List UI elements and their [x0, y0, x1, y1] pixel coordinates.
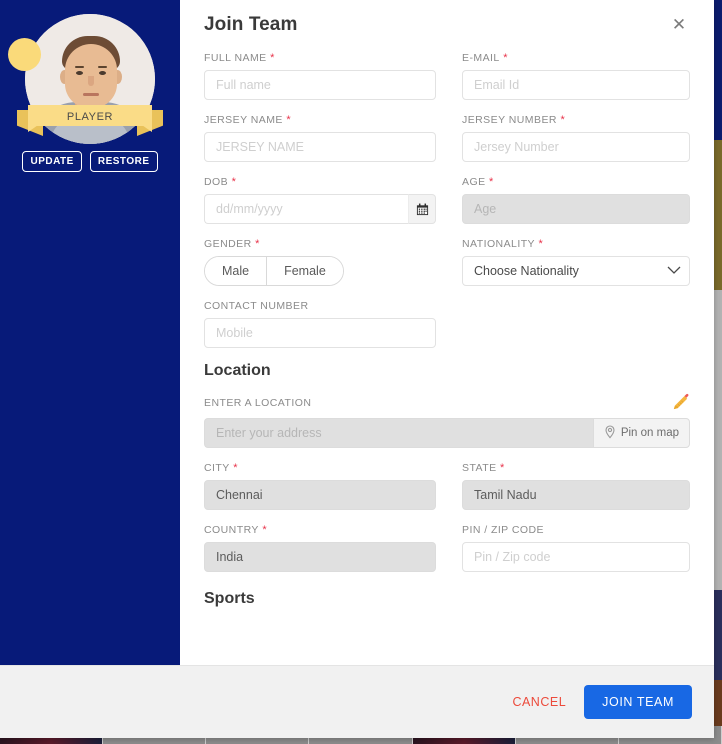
field-city: CITY *: [204, 462, 436, 510]
address-input-group: Pin on map: [204, 418, 690, 448]
jersey-number-label: JERSEY NUMBER *: [462, 114, 566, 126]
pin-on-map-label: Pin on map: [620, 427, 679, 439]
full-name-input[interactable]: [204, 70, 436, 100]
field-nationality: NATIONALITY * Choose Nationality: [462, 238, 690, 286]
contact-number-label: CONTACT NUMBER: [204, 300, 309, 312]
jersey-name-input[interactable]: [204, 132, 436, 162]
avatar-badge-dot: [8, 38, 41, 71]
required-marker: *: [556, 114, 566, 126]
required-marker: *: [496, 462, 505, 474]
player-sidebar: PLAYER UPDATE RESTORE: [0, 0, 180, 665]
full-name-label: FULL NAME *: [204, 52, 275, 64]
dob-input[interactable]: [204, 194, 408, 224]
calendar-icon[interactable]: [408, 194, 436, 224]
page-title: Join Team: [204, 14, 298, 35]
required-marker: *: [266, 52, 275, 64]
form-row: GENDER * Male Female NATIONALITY * Choos…: [204, 238, 690, 286]
age-input: [462, 194, 690, 224]
state-input: [462, 480, 690, 510]
jersey-name-label: JERSEY NAME *: [204, 114, 292, 126]
zip-label: PIN / ZIP CODE: [462, 524, 544, 536]
nationality-select-wrap: Choose Nationality: [462, 256, 690, 286]
city-label: CITY *: [204, 462, 238, 474]
required-marker: *: [251, 238, 260, 250]
field-country: COUNTRY *: [204, 524, 436, 572]
zip-input[interactable]: [462, 542, 690, 572]
field-zip: PIN / ZIP CODE: [462, 524, 690, 572]
form-row: JERSEY NAME * JERSEY NUMBER *: [204, 114, 690, 162]
join-team-modal: PLAYER UPDATE RESTORE Join Team ✕ FULL N…: [0, 0, 714, 738]
form-row: CITY * STATE *: [204, 462, 690, 510]
location-pin-icon: [604, 424, 616, 442]
field-email: E-MAIL *: [462, 52, 690, 100]
gender-toggle: Male Female: [204, 256, 344, 286]
form-row: FULL NAME * E-MAIL *: [204, 52, 690, 100]
ribbon-label: PLAYER: [66, 110, 114, 123]
dob-input-group: [204, 194, 436, 224]
required-marker: *: [282, 114, 292, 126]
gender-label: GENDER *: [204, 238, 260, 250]
dob-label: DOB *: [204, 176, 237, 188]
modal-body: PLAYER UPDATE RESTORE Join Team ✕ FULL N…: [0, 0, 714, 665]
jersey-number-input[interactable]: [462, 132, 690, 162]
nationality-select[interactable]: Choose Nationality: [462, 256, 690, 286]
email-label: E-MAIL *: [462, 52, 508, 64]
field-dob: DOB *: [204, 176, 436, 224]
field-age: AGE *: [462, 176, 690, 224]
gender-option-male[interactable]: Male: [205, 257, 267, 285]
sidebar-actions: UPDATE RESTORE: [0, 151, 180, 172]
field-jersey-name: JERSEY NAME *: [204, 114, 436, 162]
join-team-button[interactable]: JOIN TEAM: [584, 685, 692, 719]
age-label: AGE *: [462, 176, 494, 188]
city-input: [204, 480, 436, 510]
form-row: COUNTRY * PIN / ZIP CODE: [204, 524, 690, 572]
player-ribbon: PLAYER: [17, 105, 163, 136]
pin-on-map-button[interactable]: Pin on map: [592, 418, 690, 448]
sports-section-title: Sports: [204, 590, 255, 607]
nationality-label: NATIONALITY *: [462, 238, 544, 250]
field-full-name: FULL NAME *: [204, 52, 436, 100]
background-right-strip: [714, 0, 722, 744]
email-input[interactable]: [462, 70, 690, 100]
address-input: [204, 418, 593, 448]
modal-header: Join Team ✕: [204, 14, 690, 36]
update-button[interactable]: UPDATE: [22, 151, 82, 172]
pencil-icon[interactable]: [671, 393, 690, 412]
modal-footer: CANCEL JOIN TEAM: [0, 665, 714, 738]
required-marker: *: [258, 524, 268, 536]
required-marker: *: [228, 176, 237, 188]
required-marker: *: [535, 238, 544, 250]
required-marker: *: [485, 176, 494, 188]
required-marker: *: [499, 52, 508, 64]
location-section-title: Location: [204, 362, 271, 379]
close-icon[interactable]: ✕: [668, 14, 690, 36]
field-state: STATE *: [462, 462, 690, 510]
form-area: Join Team ✕ FULL NAME * E-MAIL *: [180, 0, 714, 665]
country-input: [204, 542, 436, 572]
field-contact-number: CONTACT NUMBER: [204, 300, 436, 348]
enter-location-label: ENTER A LOCATION: [204, 396, 312, 409]
restore-button[interactable]: RESTORE: [89, 151, 158, 172]
location-label-row: ENTER A LOCATION: [204, 393, 690, 412]
ribbon-banner: PLAYER: [28, 105, 152, 132]
country-label: COUNTRY *: [204, 524, 268, 536]
field-gender: GENDER * Male Female: [204, 238, 436, 286]
cancel-button[interactable]: CANCEL: [512, 695, 566, 709]
form-spacer: [462, 300, 690, 348]
form-row: DOB * dd/mm/yyyy AGE * Age: [204, 176, 690, 224]
state-label: STATE *: [462, 462, 505, 474]
contact-number-input[interactable]: [204, 318, 436, 348]
field-jersey-number: JERSEY NUMBER *: [462, 114, 690, 162]
gender-option-female[interactable]: Female: [266, 257, 343, 285]
form-row: CONTACT NUMBER: [204, 300, 690, 348]
required-marker: *: [229, 462, 238, 474]
